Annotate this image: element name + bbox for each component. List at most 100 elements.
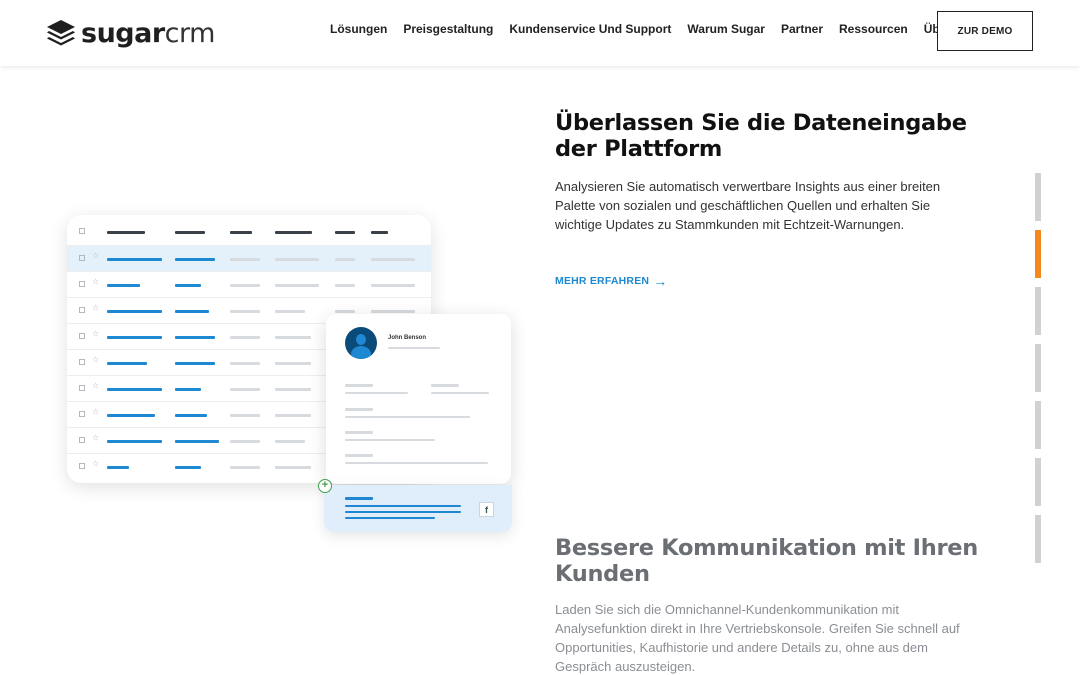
- row-bar: [275, 258, 319, 261]
- nav-warum-sugar[interactable]: Warum Sugar: [687, 22, 765, 36]
- illustration-contact-card: John Benson: [326, 314, 511, 484]
- card-bar: [345, 408, 373, 411]
- nav-loesungen[interactable]: Lösungen: [330, 22, 387, 36]
- row-bar: [230, 466, 260, 469]
- row-bar: [175, 310, 209, 313]
- checkbox-icon: [79, 307, 85, 313]
- progress-step-6[interactable]: [1035, 458, 1041, 506]
- nav-kundenservice[interactable]: Kundenservice Und Support: [509, 22, 671, 36]
- card-bar: [345, 439, 435, 441]
- row-bar: [175, 336, 215, 339]
- card-bar: [345, 431, 373, 434]
- illustration-table-header: [67, 219, 431, 245]
- illustration-social-note: f: [324, 485, 512, 532]
- row-bar: [107, 310, 162, 313]
- row-bar: [175, 284, 201, 287]
- checkbox-icon: [79, 333, 85, 339]
- row-bar: [275, 388, 311, 391]
- note-bar: [345, 517, 435, 519]
- row-bar: [175, 414, 207, 417]
- section-title-next: Bessere Kommunikation mit Ihren Kunden: [555, 535, 978, 587]
- row-bar: [107, 284, 140, 287]
- progress-step-1[interactable]: [1035, 173, 1041, 221]
- row-bar: [275, 414, 311, 417]
- row-bar: [275, 466, 311, 469]
- progress-step-7[interactable]: [1035, 515, 1041, 563]
- section-text-next: Laden Sie sich die Omnichannel-Kundenkom…: [555, 602, 960, 674]
- row-bar: [175, 362, 215, 365]
- checkbox-icon: [79, 359, 85, 365]
- star-icon: ☆: [92, 277, 100, 286]
- row-bar: [107, 362, 147, 365]
- star-icon: ☆: [92, 459, 100, 468]
- progress-step-5[interactable]: [1035, 401, 1041, 449]
- row-bar: [230, 388, 260, 391]
- demo-button[interactable]: ZUR DEMO: [937, 11, 1033, 51]
- stack-logo-icon: [47, 20, 75, 46]
- star-icon: ☆: [92, 407, 100, 416]
- facebook-icon: f: [479, 502, 494, 517]
- section-title: Überlassen Sie die Dateneingabe der Plat…: [555, 110, 967, 162]
- illustration-row: ☆: [67, 271, 431, 297]
- row-bar: [275, 336, 311, 339]
- row-bar: [175, 388, 201, 391]
- row-bar: [230, 414, 260, 417]
- card-bar: [345, 462, 488, 464]
- row-bar: [107, 388, 162, 391]
- row-bar: [230, 362, 260, 365]
- learn-more-label: MEHR ERFAHREN: [555, 275, 650, 287]
- progress-step-4[interactable]: [1035, 344, 1041, 392]
- row-bar: [107, 414, 155, 417]
- arrow-right-icon: →: [653, 273, 668, 289]
- logo-wordmark: sugarcrm: [81, 17, 215, 49]
- row-bar: [335, 284, 355, 287]
- row-bar: [335, 258, 355, 261]
- progress-step-3[interactable]: [1035, 287, 1041, 335]
- star-icon: ☆: [92, 329, 100, 338]
- learn-more-link[interactable]: MEHR ERFAHREN →: [555, 273, 668, 289]
- row-bar: [275, 284, 319, 287]
- nav-preisgestaltung[interactable]: Preisgestaltung: [403, 22, 493, 36]
- plus-circle-icon: +: [318, 479, 332, 493]
- site-header: sugarcrm Lösungen Preisgestaltung Kunden…: [0, 0, 1080, 66]
- note-bar: [345, 497, 373, 500]
- checkbox-icon: [79, 255, 85, 261]
- star-icon: ☆: [92, 355, 100, 364]
- checkbox-icon: [79, 228, 85, 234]
- row-bar: [335, 310, 355, 313]
- card-bar: [388, 347, 440, 349]
- header-bar: [371, 231, 388, 234]
- row-bar: [175, 258, 215, 261]
- star-icon: ☆: [92, 303, 100, 312]
- row-bar: [107, 466, 129, 469]
- note-bar: [345, 505, 461, 507]
- main-nav: Lösungen Preisgestaltung Kundenservice U…: [330, 22, 967, 36]
- card-bar: [345, 454, 373, 457]
- row-bar: [107, 258, 162, 261]
- contact-name: John Benson: [388, 335, 427, 341]
- row-bar: [107, 336, 162, 339]
- card-bar: [431, 384, 459, 387]
- row-bar: [275, 362, 311, 365]
- section-text: Analysieren Sie automatisch verwertbare …: [555, 179, 941, 232]
- row-bar: [371, 310, 415, 313]
- card-bar: [431, 392, 489, 394]
- row-bar: [371, 284, 415, 287]
- card-bar: [345, 384, 373, 387]
- row-bar: [275, 440, 305, 443]
- row-bar: [175, 440, 219, 443]
- header-bar: [175, 231, 205, 234]
- sugarcrm-logo[interactable]: sugarcrm: [45, 16, 215, 50]
- header-bar: [230, 231, 252, 234]
- star-icon: ☆: [92, 433, 100, 442]
- note-bar: [345, 511, 461, 513]
- card-bar: [345, 416, 470, 418]
- checkbox-icon: [79, 411, 85, 417]
- star-icon: ☆: [92, 251, 100, 260]
- row-bar: [230, 258, 260, 261]
- illustration-row: ☆: [67, 245, 431, 271]
- nav-partner[interactable]: Partner: [781, 22, 823, 36]
- checkbox-icon: [79, 437, 85, 443]
- nav-ressourcen[interactable]: Ressourcen: [839, 22, 908, 36]
- progress-step-2[interactable]: [1035, 230, 1041, 278]
